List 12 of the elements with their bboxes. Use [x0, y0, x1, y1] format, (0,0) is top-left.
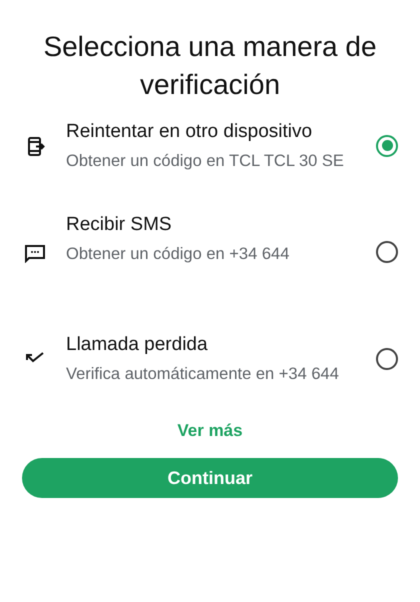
option-label: Reintentar en otro dispositivo — [66, 120, 314, 144]
option-description: Verifica automáticamente en +34 644 — [66, 364, 340, 385]
radio-button[interactable] — [376, 348, 398, 370]
option-description: Obtener un código en +34 644 — [66, 244, 290, 265]
option-description: Obtener un código en TCL TCL 30 SE — [66, 151, 345, 172]
radio-button[interactable] — [376, 241, 398, 263]
see-more-link[interactable]: Ver más — [177, 421, 243, 440]
option-label: Recibir SMS — [66, 213, 173, 237]
page-title: Selecciona una manera de verificación — [42, 30, 378, 102]
radio-button[interactable] — [376, 134, 398, 156]
option-label: Llamada perdida — [66, 333, 209, 357]
continue-button[interactable]: Continuar — [22, 458, 398, 498]
